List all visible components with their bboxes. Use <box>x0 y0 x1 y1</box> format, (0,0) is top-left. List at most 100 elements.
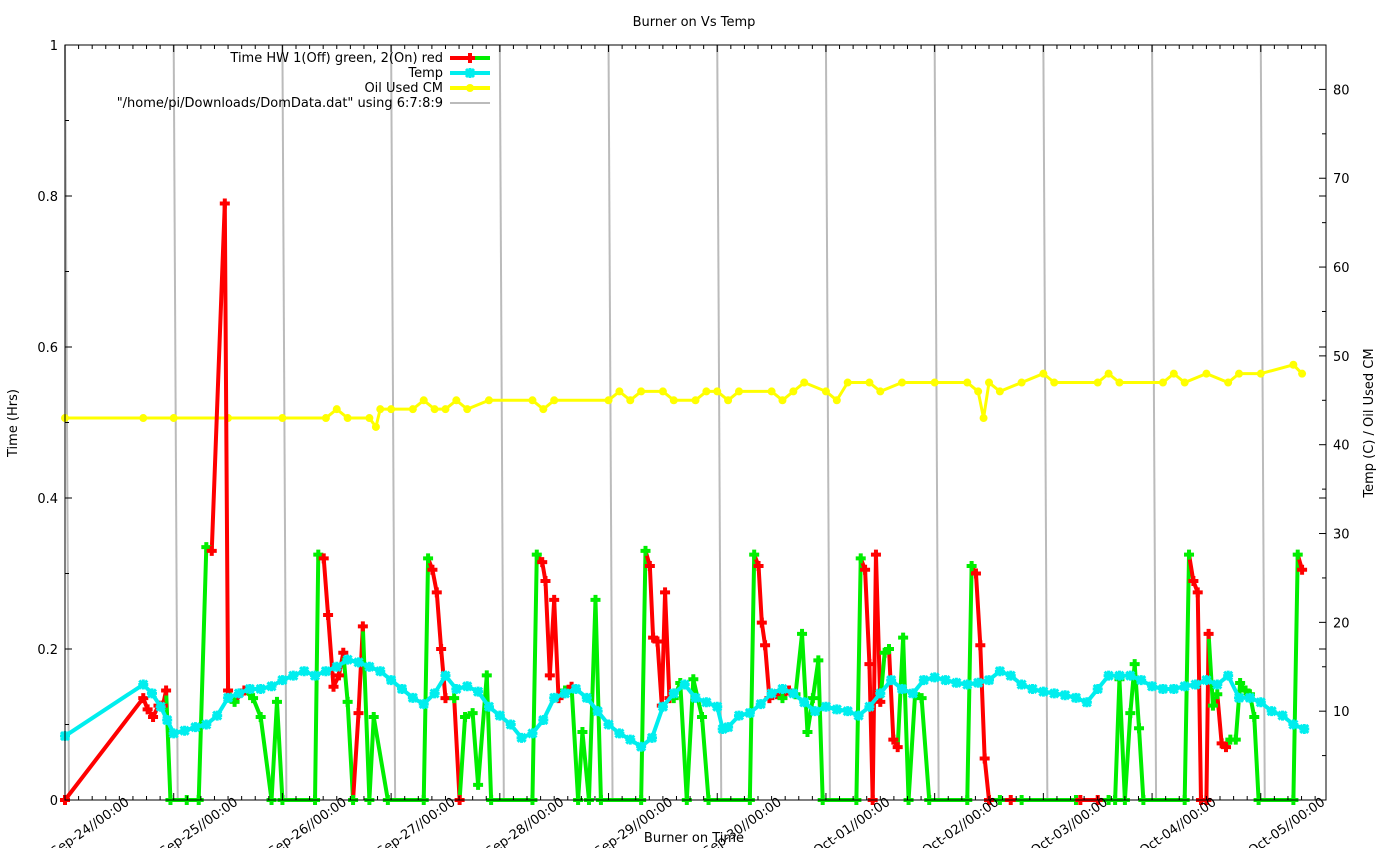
oil-used-point <box>832 396 841 405</box>
y2-axis-label: Temp (C) / Oil Used CM <box>1362 348 1377 498</box>
chart-title: Burner on Vs Temp <box>633 15 756 30</box>
temp-point <box>1114 670 1125 681</box>
x-axis-label: Burner on Time <box>644 831 744 846</box>
oil-used-point <box>1289 360 1298 369</box>
oil-used-point <box>778 396 787 405</box>
temp-point <box>831 704 842 715</box>
oil-used-point <box>528 396 537 405</box>
temp-point <box>494 710 505 721</box>
temp-point <box>603 719 614 730</box>
temp-point <box>886 675 897 686</box>
y-tick-label: 0.4 <box>37 492 58 507</box>
temp-point <box>331 661 342 672</box>
oil-used-point <box>1169 369 1178 378</box>
temp-point <box>1179 681 1190 692</box>
temp-point <box>155 701 166 712</box>
oil-used-point <box>343 414 352 423</box>
temp-point <box>657 701 668 712</box>
y2-tick-label: 20 <box>1333 616 1350 631</box>
temp-point <box>1092 683 1103 695</box>
oil-used-point <box>995 387 1004 396</box>
y2-tick-label: 40 <box>1333 439 1350 454</box>
temp-point <box>483 701 495 712</box>
oil-used-point <box>139 414 148 423</box>
oil-used-point <box>800 378 809 387</box>
temp-point <box>342 654 353 665</box>
temp-point <box>429 688 440 699</box>
temp-point <box>255 683 266 695</box>
temp-point <box>375 666 386 677</box>
oil-used-point <box>843 378 852 387</box>
y2-tick-label: 10 <box>1333 705 1350 720</box>
temp-point <box>309 670 321 681</box>
temp-point <box>668 688 679 699</box>
temp-point <box>592 706 603 717</box>
temp-point <box>1168 683 1179 695</box>
temp-point <box>179 725 190 736</box>
temp-point <box>994 666 1005 677</box>
oil-used-point <box>1039 369 1048 378</box>
temp-point <box>233 688 244 699</box>
oil-used-point <box>1050 378 1059 387</box>
legend-temp-label: Temp <box>407 66 443 81</box>
temp-point <box>516 732 527 743</box>
temp-point <box>201 719 212 730</box>
oil-used-point <box>1017 378 1026 387</box>
temp-point <box>777 683 788 695</box>
temp-point <box>929 672 940 683</box>
oil-used-point <box>332 405 341 414</box>
temp-point <box>168 728 179 739</box>
temp-point <box>1136 675 1147 686</box>
temp-point <box>896 683 908 695</box>
temp-point <box>473 686 484 697</box>
oil-used-point <box>789 387 798 396</box>
oil-used-point <box>604 396 613 405</box>
oil-used-point <box>876 387 885 396</box>
temp-point <box>527 728 538 739</box>
oil-used-point <box>278 414 287 423</box>
oil-used-point <box>1298 369 1307 378</box>
temp-point <box>1081 697 1092 708</box>
temp-point <box>407 692 418 703</box>
temp-point <box>244 683 255 695</box>
oil-used-point <box>484 396 493 405</box>
oil-used-point <box>441 405 450 414</box>
oil-used-point <box>430 405 439 414</box>
legend-oil-label: Oil Used CM <box>364 81 443 96</box>
temp-point <box>1070 692 1082 703</box>
y-tick-label: 1 <box>50 39 58 54</box>
oil-used-point <box>626 396 635 405</box>
legend-vector-label: "/home/pi/Downloads/DomData.dat" using 6… <box>117 96 443 111</box>
oil-used-point <box>1256 369 1265 378</box>
oil-used-point <box>767 387 776 396</box>
temp-point <box>646 732 658 743</box>
temp-point <box>1299 723 1310 735</box>
temp-point <box>1212 679 1223 690</box>
y2-tick-label: 70 <box>1333 172 1350 187</box>
temp-point <box>1223 670 1234 681</box>
temp-point <box>962 679 973 690</box>
legend-temp-marker <box>464 67 476 79</box>
legend-oil-marker <box>466 84 474 92</box>
oil-used-point <box>1115 378 1124 387</box>
temp-point <box>1005 670 1016 681</box>
temp-point <box>212 710 223 721</box>
temp-point <box>162 714 173 726</box>
temp-point <box>690 692 701 703</box>
oil-used-point <box>821 387 830 396</box>
oil-used-point <box>452 396 461 405</box>
temp-point <box>190 722 201 733</box>
temp-point <box>386 675 397 686</box>
temp-point <box>1277 710 1288 721</box>
oil-used-point <box>930 378 939 387</box>
temp-point <box>864 701 875 712</box>
temp-point <box>983 675 995 686</box>
temp-point <box>614 728 625 739</box>
temp-point <box>1233 692 1245 703</box>
oil-used-point <box>637 387 646 396</box>
temp-point <box>549 692 560 703</box>
temp-point <box>1016 679 1027 690</box>
legend-burner-label: Time HW 1(Off) green, 2(On) red <box>229 51 443 66</box>
oil-used-point <box>724 396 733 405</box>
temp-point <box>907 688 918 699</box>
